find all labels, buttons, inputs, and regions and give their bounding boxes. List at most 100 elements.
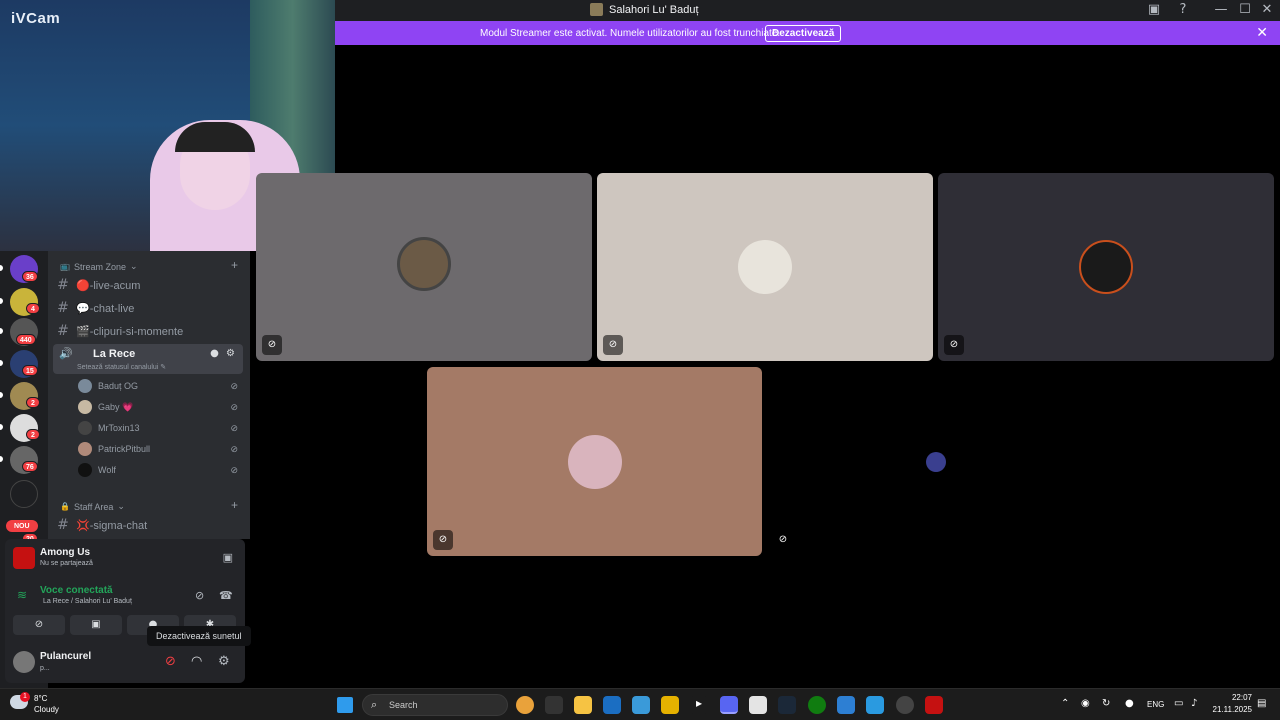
voice-channel-la-rece[interactable]: 🔊 La Rece Setează statusul canalului ✎ ●… bbox=[53, 344, 243, 374]
notification-icon[interactable]: ▤ bbox=[1257, 698, 1266, 709]
unread-pill bbox=[0, 265, 3, 271]
channel-chat-live[interactable]: # 💬-chat-live bbox=[54, 298, 244, 318]
disable-streamer-mode-button[interactable]: Dezactivează bbox=[765, 25, 842, 42]
disconnect-icon[interactable]: ☎ bbox=[219, 589, 233, 602]
unread-badge: 76 bbox=[22, 461, 38, 472]
participant-tile[interactable]: ⊘ bbox=[256, 173, 592, 361]
xbox-icon[interactable] bbox=[808, 696, 826, 714]
voice-member[interactable]: Baduț OG ⊘ bbox=[78, 377, 238, 395]
screen-share-button[interactable]: ▣ bbox=[70, 615, 122, 635]
weather-condition[interactable]: Cloudy bbox=[34, 705, 59, 714]
avatar bbox=[1079, 240, 1133, 294]
voice-channel-actions-icon[interactable]: ● ⚙ bbox=[210, 348, 237, 359]
microphone-icon[interactable]: ● bbox=[1125, 698, 1134, 709]
calendar-icon[interactable] bbox=[749, 696, 767, 714]
taskview-icon[interactable] bbox=[545, 696, 563, 714]
member-name: PatrickPitbull bbox=[98, 444, 151, 454]
outlook-icon[interactable] bbox=[603, 696, 621, 714]
unread-pill bbox=[0, 328, 3, 334]
language-indicator[interactable]: ENG bbox=[1147, 700, 1164, 709]
unread-pill bbox=[0, 424, 3, 430]
participant-tile[interactable]: ⊘ bbox=[597, 173, 933, 361]
among-us-icon[interactable] bbox=[925, 696, 943, 714]
obs-icon[interactable] bbox=[896, 696, 914, 714]
steam-icon[interactable] bbox=[778, 696, 796, 714]
start-button[interactable] bbox=[337, 697, 353, 713]
camera-button[interactable]: ⊘ bbox=[13, 615, 65, 635]
rockstar-icon[interactable] bbox=[661, 696, 679, 714]
participant-tile[interactable]: ⊘ bbox=[767, 367, 1103, 556]
hash-icon: # bbox=[57, 517, 69, 533]
channel-status-prompt[interactable]: Setează statusul canalului ✎ bbox=[77, 363, 166, 371]
member-name: Gaby 💗 bbox=[98, 401, 134, 412]
avatar bbox=[926, 452, 946, 472]
channel-clipuri[interactable]: # 🎬-clipuri-si-momente bbox=[54, 321, 244, 341]
noise-suppression-icon[interactable]: ⊘ bbox=[195, 589, 204, 602]
participant-tile[interactable]: ⊘ bbox=[427, 367, 762, 556]
channel-name: 💬-chat-live bbox=[76, 302, 135, 315]
edge-icon[interactable] bbox=[837, 696, 855, 714]
unread-badge: 440 bbox=[16, 334, 36, 345]
server-icon[interactable] bbox=[10, 480, 38, 508]
microphone-muted-icon[interactable]: ⊘ bbox=[165, 654, 176, 669]
voice-member[interactable]: MrToxin13 ⊘ bbox=[78, 419, 238, 437]
channel-sigma-chat[interactable]: # 💢-sigma-chat bbox=[54, 515, 244, 535]
speaker-icon: 🔊 bbox=[59, 347, 73, 360]
voice-member[interactable]: Gaby 💗 ⊘ bbox=[78, 398, 238, 416]
help-icon[interactable]: ? bbox=[1174, 2, 1192, 18]
inbox-icon[interactable]: ▣ bbox=[1145, 2, 1163, 18]
store-icon[interactable] bbox=[632, 696, 650, 714]
gear-icon[interactable]: ⚙ bbox=[218, 654, 230, 669]
add-channel-icon[interactable]: + bbox=[231, 498, 238, 512]
chevron-down-icon: ⌄ bbox=[117, 501, 125, 511]
username: Pulancurel bbox=[40, 651, 92, 662]
add-channel-icon[interactable]: + bbox=[231, 258, 238, 272]
share-screen-icon[interactable]: ▣ bbox=[223, 551, 233, 564]
category-label: Staff Area bbox=[73, 501, 114, 512]
category-staff-area[interactable]: 🔒 Staff Area ⌄ bbox=[60, 501, 125, 512]
banner-close-icon[interactable]: ✕ bbox=[1256, 25, 1268, 41]
hash-icon: # bbox=[57, 277, 69, 293]
voice-status[interactable]: Voce conectată bbox=[40, 585, 113, 596]
window-title-wrap: Salahori Lu' Baduț bbox=[590, 3, 699, 16]
maximize-button[interactable]: ☐ bbox=[1236, 2, 1254, 18]
muted-icon: ⊘ bbox=[230, 464, 238, 475]
folder-icon[interactable] bbox=[574, 696, 592, 714]
avatar bbox=[78, 442, 92, 456]
unread-badge: 4 bbox=[26, 303, 40, 314]
minimize-button[interactable]: — bbox=[1212, 2, 1230, 18]
weather-temperature[interactable]: 8°C bbox=[34, 694, 47, 703]
hash-icon: # bbox=[57, 300, 69, 316]
participant-tile[interactable]: ⊘ bbox=[938, 173, 1274, 361]
muted-icon: ⊘ bbox=[603, 335, 623, 355]
voice-member[interactable]: Wolf ⊘ bbox=[78, 461, 238, 479]
play-icon[interactable]: ▸ bbox=[690, 696, 708, 714]
voice-channel-path[interactable]: La Rece / Salahori Lu' Baduț bbox=[43, 598, 132, 605]
avatar bbox=[78, 463, 92, 477]
unread-pill bbox=[0, 392, 3, 398]
taskbar-search[interactable]: ⌕ Search bbox=[362, 694, 508, 716]
discord-icon[interactable] bbox=[720, 696, 738, 714]
volume-icon[interactable]: ♪ bbox=[1191, 698, 1197, 709]
security-icon[interactable]: ◉ bbox=[1081, 698, 1090, 709]
channel-live-acum[interactable]: # 🔴-live-acum bbox=[54, 275, 244, 295]
chrome-icon[interactable] bbox=[516, 696, 534, 714]
monitor-icon[interactable] bbox=[866, 696, 884, 714]
lock-icon: 🔒 bbox=[60, 502, 70, 511]
category-stream-zone[interactable]: 📺 Stream Zone ⌄ bbox=[60, 261, 138, 272]
clock-time[interactable]: 22:07 bbox=[1222, 693, 1252, 702]
chevron-up-icon[interactable]: ⌃ bbox=[1061, 698, 1069, 709]
clock-date[interactable]: 21.11.2025 bbox=[1212, 705, 1252, 714]
weather-badge: 1 bbox=[20, 692, 30, 702]
close-window-button[interactable]: ✕ bbox=[1258, 2, 1276, 18]
avatar[interactable] bbox=[13, 651, 35, 673]
banner-text: Modul Streamer este activat. Numele util… bbox=[480, 28, 781, 39]
headphones-icon[interactable]: ◠ bbox=[191, 654, 202, 669]
search-placeholder: Search bbox=[389, 700, 418, 710]
unread-pill bbox=[0, 298, 3, 304]
voice-member[interactable]: PatrickPitbull ⊘ bbox=[78, 440, 238, 458]
refresh-icon[interactable]: ↻ bbox=[1102, 698, 1110, 709]
tv-icon: 📺 bbox=[60, 262, 70, 271]
unread-pill bbox=[0, 456, 3, 462]
network-icon[interactable]: ▭ bbox=[1174, 698, 1183, 709]
